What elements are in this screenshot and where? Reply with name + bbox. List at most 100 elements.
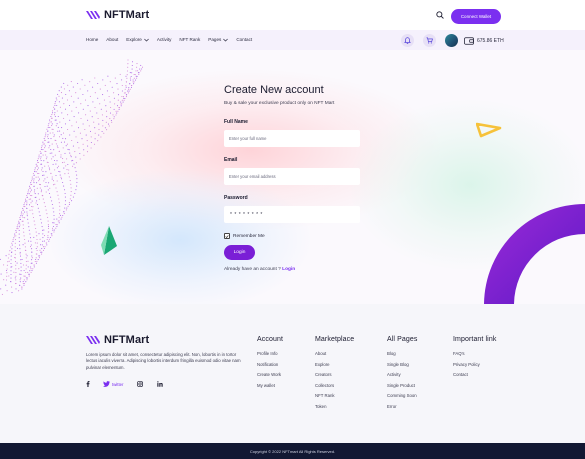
footer-link[interactable]: Collectors [315,383,354,394]
nav-item-contact[interactable]: Contact [236,37,252,42]
wave-dot [36,187,38,189]
wave-dot [43,235,46,237]
instagram-link[interactable] [137,381,144,387]
footer-link[interactable]: Profile Info [257,351,283,362]
wave-dot [50,148,52,151]
footer-link[interactable]: Single Product [387,383,417,394]
wave-dot [11,251,13,253]
wave-dot [59,121,61,123]
linkedin-link[interactable] [157,381,164,387]
wave-dot [31,255,33,257]
footer-link[interactable]: Notification [257,362,283,373]
footer-link[interactable]: Error [387,404,417,415]
wave-dot [16,228,18,230]
footer-link[interactable]: NFT Rank [315,393,354,404]
wave-dot [44,165,46,167]
wave-dot [43,180,45,182]
wave-dot [43,174,45,176]
wave-dot [32,216,35,219]
wave-dot [54,169,56,171]
full-name-input[interactable] [224,130,360,147]
wave-dot [96,112,98,114]
wave-dot [45,191,47,193]
wave-dot [125,96,127,98]
wave-dot [68,176,70,178]
footer-link[interactable]: Privacy Policy [453,362,496,373]
login-link[interactable]: Login [282,267,295,272]
nav-item-activity[interactable]: Activity [157,37,172,42]
wave-dot [8,253,10,255]
footer-link[interactable]: About [315,351,354,362]
footer-link[interactable]: Token [315,404,354,415]
wave-dot [47,236,49,239]
wave-dot [70,95,72,97]
connect-wallet-button[interactable]: Connect Wallet [451,9,501,24]
wave-dot [18,240,20,242]
wave-dot [130,86,133,88]
wave-dot [49,126,51,129]
wave-dot [76,185,78,187]
wave-dot [29,191,31,193]
wave-dot [58,202,60,204]
wave-dot [54,139,56,141]
wave-dot [10,280,12,283]
footer-link[interactable]: Contact [453,372,496,383]
user-avatar[interactable] [445,34,458,47]
footer-link[interactable]: My wallet [257,383,283,394]
wave-dot [108,125,110,127]
wave-dot [84,84,86,86]
password-input[interactable]: ******** [224,206,360,223]
nav-item-home[interactable]: Home [86,37,98,42]
wave-dot [49,236,51,239]
wave-dot [23,204,25,206]
remember-me-checkbox[interactable]: Remember Me [224,233,265,239]
wave-dot [40,147,43,149]
footer-link[interactable]: Explore [315,362,354,373]
footer-link[interactable]: Single Blog [387,362,417,373]
brand-logo[interactable]: NFTMart [86,9,149,21]
wave-dot [55,119,57,121]
wave-dot [41,163,43,165]
nav-item-explore[interactable]: Explore [126,37,149,42]
wave-dot [128,90,130,92]
wave-dot [52,132,54,134]
wave-dot [24,200,27,202]
email-input[interactable] [224,168,360,185]
wave-dot [14,257,16,259]
footer-link[interactable]: Comming Soon [387,393,417,404]
footer-link[interactable]: FAQ's [453,351,496,362]
login-button[interactable]: Login [224,245,255,260]
checkbox-box[interactable] [224,233,230,239]
wave-dot [57,194,59,196]
wave-dot [94,77,96,79]
facebook-link[interactable] [86,381,90,387]
wave-dot [11,266,13,268]
wallet-balance[interactable]: 675.86 ETH [464,36,504,45]
wave-dot [45,134,47,136]
footer-link[interactable]: Blog [387,351,417,362]
nav-item-about[interactable]: About [106,37,118,42]
nav-item-pages[interactable]: Pages [208,37,229,42]
footer-link[interactable]: Creators [315,372,354,383]
wave-dot [102,94,104,96]
wave-dot [51,114,53,116]
wave-dot [132,81,134,83]
cart-button[interactable] [423,34,436,47]
wave-dot [134,74,136,76]
wave-dot [40,191,42,193]
wave-dot [40,251,42,253]
wave-dot [26,196,28,198]
footer-link[interactable]: Activity [387,372,417,383]
wave-dot [113,118,115,120]
wave-dot [73,130,75,132]
wave-dot [31,262,33,264]
search-icon[interactable] [436,11,444,19]
twitter-link[interactable]: twitter [103,381,123,387]
wave-dot [87,90,89,92]
notification-button[interactable] [401,34,414,47]
footer-link[interactable]: Create Work [257,372,283,383]
wave-dot [141,68,143,70]
footer-logo[interactable]: NFTMart [86,334,149,346]
wave-dot [44,185,46,188]
nav-item-nft-rank[interactable]: NFT Rank [179,37,200,42]
